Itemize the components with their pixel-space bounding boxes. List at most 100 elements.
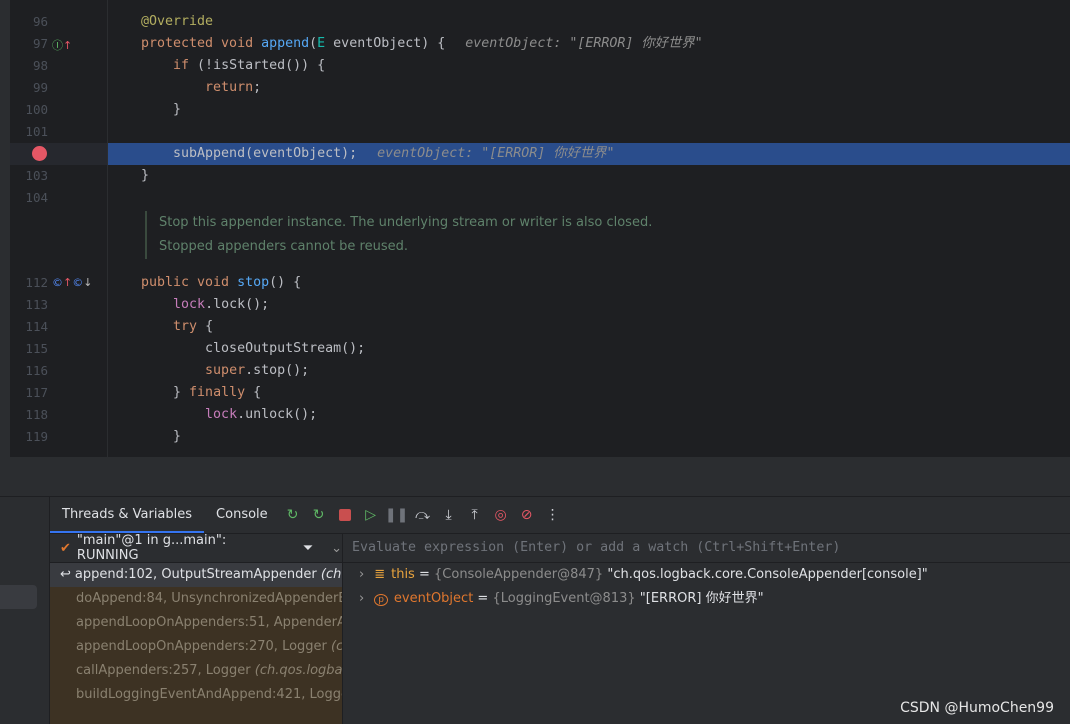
code-line: } — [141, 99, 181, 121]
frame-package: (ch.qos.logback.classic) — [331, 639, 342, 654]
variable-value: "[ERROR] 你好世界" — [639, 591, 764, 606]
fields-icon: ≣ — [374, 567, 386, 582]
code-token: try — [173, 319, 198, 334]
stack-frame[interactable]: doAppend:84, UnsynchronizedAppenderBase … — [50, 587, 342, 611]
line-number: 104 — [25, 190, 48, 205]
thread-label: "main"@1 in g...main": RUNNING — [76, 533, 227, 563]
variable-row[interactable]: › p eventObject = {LoggingEvent@813} "[ERR… — [343, 587, 1070, 611]
tab-console[interactable]: Console — [204, 497, 280, 533]
rerun-debug-icon[interactable]: ↻ — [306, 507, 332, 523]
pause-icon[interactable]: ❚❚ — [384, 507, 410, 523]
variable-type: {LoggingEvent@813} — [492, 591, 636, 606]
code-line: try { — [141, 316, 213, 338]
expand-icon[interactable]: › — [359, 591, 364, 606]
variable-name: eventObject — [393, 591, 474, 606]
step-into-icon[interactable]: ⤓ — [436, 507, 462, 523]
implements-icon[interactable]: Ⓘ↑ — [52, 37, 72, 53]
line-number: 114 — [25, 319, 48, 334]
line-number: 116 — [25, 363, 48, 378]
code-token: protected void — [141, 36, 262, 51]
frame-method: doAppend:84, UnsynchronizedAppenderBase — [76, 591, 342, 606]
code-token: ; — [253, 80, 262, 95]
code-line: lock.lock(); — [141, 294, 269, 316]
frame-method: appendLoopOnAppenders:51, AppenderAttach… — [76, 615, 342, 630]
expand-icon[interactable]: › — [359, 567, 364, 582]
debug-left-panel — [0, 497, 50, 724]
code-token: .lock(); — [205, 297, 270, 312]
check-icon: ✔ — [60, 540, 71, 556]
thread-selector[interactable]: ✔ "main"@1 in g...main": RUNNING ⏷ ⌄ — [50, 533, 342, 563]
code-line: } finally { — [141, 382, 261, 404]
code-token: { — [245, 385, 262, 400]
step-over-icon[interactable]: ⤼ — [410, 507, 436, 523]
filter-icon[interactable]: ⏷ — [303, 541, 313, 556]
view-breakpoints-icon[interactable]: ◎ — [488, 507, 514, 523]
code-line: public void stop() { — [141, 272, 301, 294]
code-token: lock — [205, 407, 238, 422]
code-token: { — [197, 319, 214, 334]
stack-frame[interactable]: appendLoopOnAppenders:51, AppenderAttach… — [50, 611, 342, 635]
variable-value: "ch.qos.logback.core.ConsoleAppender[con… — [607, 567, 928, 582]
line-number: 117 — [25, 385, 48, 400]
code-token: super — [205, 363, 246, 378]
stack-frame[interactable]: callAppenders:257, Logger (ch.qos.logbac… — [50, 659, 342, 683]
line-number: 98 — [32, 58, 48, 73]
override-icon[interactable]: ©↑©↓ — [52, 276, 92, 289]
code-line: lock.unlock(); — [141, 404, 317, 426]
code-line: } — [141, 165, 149, 187]
chevron-down-icon[interactable]: ⌄ — [331, 541, 342, 556]
code-token: lock — [173, 297, 206, 312]
line-number: 119 — [25, 429, 48, 444]
stack-frame[interactable]: ↩append:102, OutputStreamAppender (ch.qo… — [50, 563, 342, 587]
tab-threads-variables[interactable]: Threads & Variables — [50, 497, 205, 533]
stack-frame[interactable]: appendLoopOnAppenders:270, Logger (ch.qo… — [50, 635, 342, 659]
more-icon[interactable]: ⋮ — [540, 507, 566, 523]
code-token: if — [173, 58, 190, 73]
code-line: if (!isStarted()) { — [141, 55, 325, 77]
line-number: 113 — [25, 297, 48, 312]
code-line: return; — [141, 77, 261, 99]
panel-separator — [0, 457, 1070, 497]
frames-list[interactable]: ↩append:102, OutputStreamAppender (ch.qo… — [50, 563, 342, 724]
stack-frame[interactable]: buildLoggingEventAndAppend:421, Logger (… — [50, 683, 342, 707]
line-number: 97 — [32, 36, 48, 51]
gutter-divider — [107, 0, 108, 457]
code-editor[interactable]: 96 @Override 97 protected void append(E eve… — [10, 0, 1070, 457]
code-token: } — [141, 102, 182, 117]
side-panel — [0, 0, 10, 457]
line-number: 118 — [25, 407, 48, 422]
inline-value-hint: eventObject: "[ERROR] 你好世界" — [377, 146, 615, 161]
code-token: @Override — [141, 14, 214, 29]
code-token: eventObject) { — [325, 36, 446, 51]
line-number: 96 — [32, 14, 48, 29]
code-token: closeOutputStream(); — [141, 341, 366, 356]
parameter-icon: p — [374, 591, 388, 606]
breakpoint-icon[interactable] — [32, 146, 47, 161]
mute-breakpoints-icon[interactable]: ⊘ — [514, 507, 540, 523]
frame-method: buildLoggingEventAndAppend:421, Logger — [76, 687, 342, 702]
code-token: public void — [141, 275, 238, 290]
variable-row[interactable]: › ≣ this = {ConsoleAppender@847} "ch.qos.l… — [343, 563, 1070, 587]
watermark: CSDN @HumoChen99 — [900, 700, 1054, 716]
rerun-icon[interactable]: ↻ — [280, 507, 306, 523]
frame-package: (ch.qos.logback.core) — [320, 567, 342, 582]
stop-icon[interactable] — [332, 507, 358, 523]
code-token: return — [205, 80, 254, 95]
frame-method: callAppenders:257, Logger — [76, 663, 255, 678]
frame-method: append:102, OutputStreamAppender — [74, 567, 321, 582]
step-out-icon[interactable]: ⤒ — [462, 507, 488, 523]
evaluate-expression-input[interactable]: Evaluate expression (Enter) or add a wat… — [342, 533, 1070, 563]
debug-panel: Threads & Variables Console ↻ ↻ ▷ ❚❚ ⤼ ⤓… — [0, 497, 1070, 724]
resume-icon[interactable]: ▷ — [358, 507, 384, 523]
code-token: ( — [309, 36, 318, 51]
line-number: 103 — [25, 168, 48, 183]
inline-value-hint: eventObject: "[ERROR] 你好世界" — [465, 36, 703, 51]
doc-line: Stopped appenders cannot be reused. — [159, 239, 409, 254]
line-number: 100 — [25, 102, 48, 117]
